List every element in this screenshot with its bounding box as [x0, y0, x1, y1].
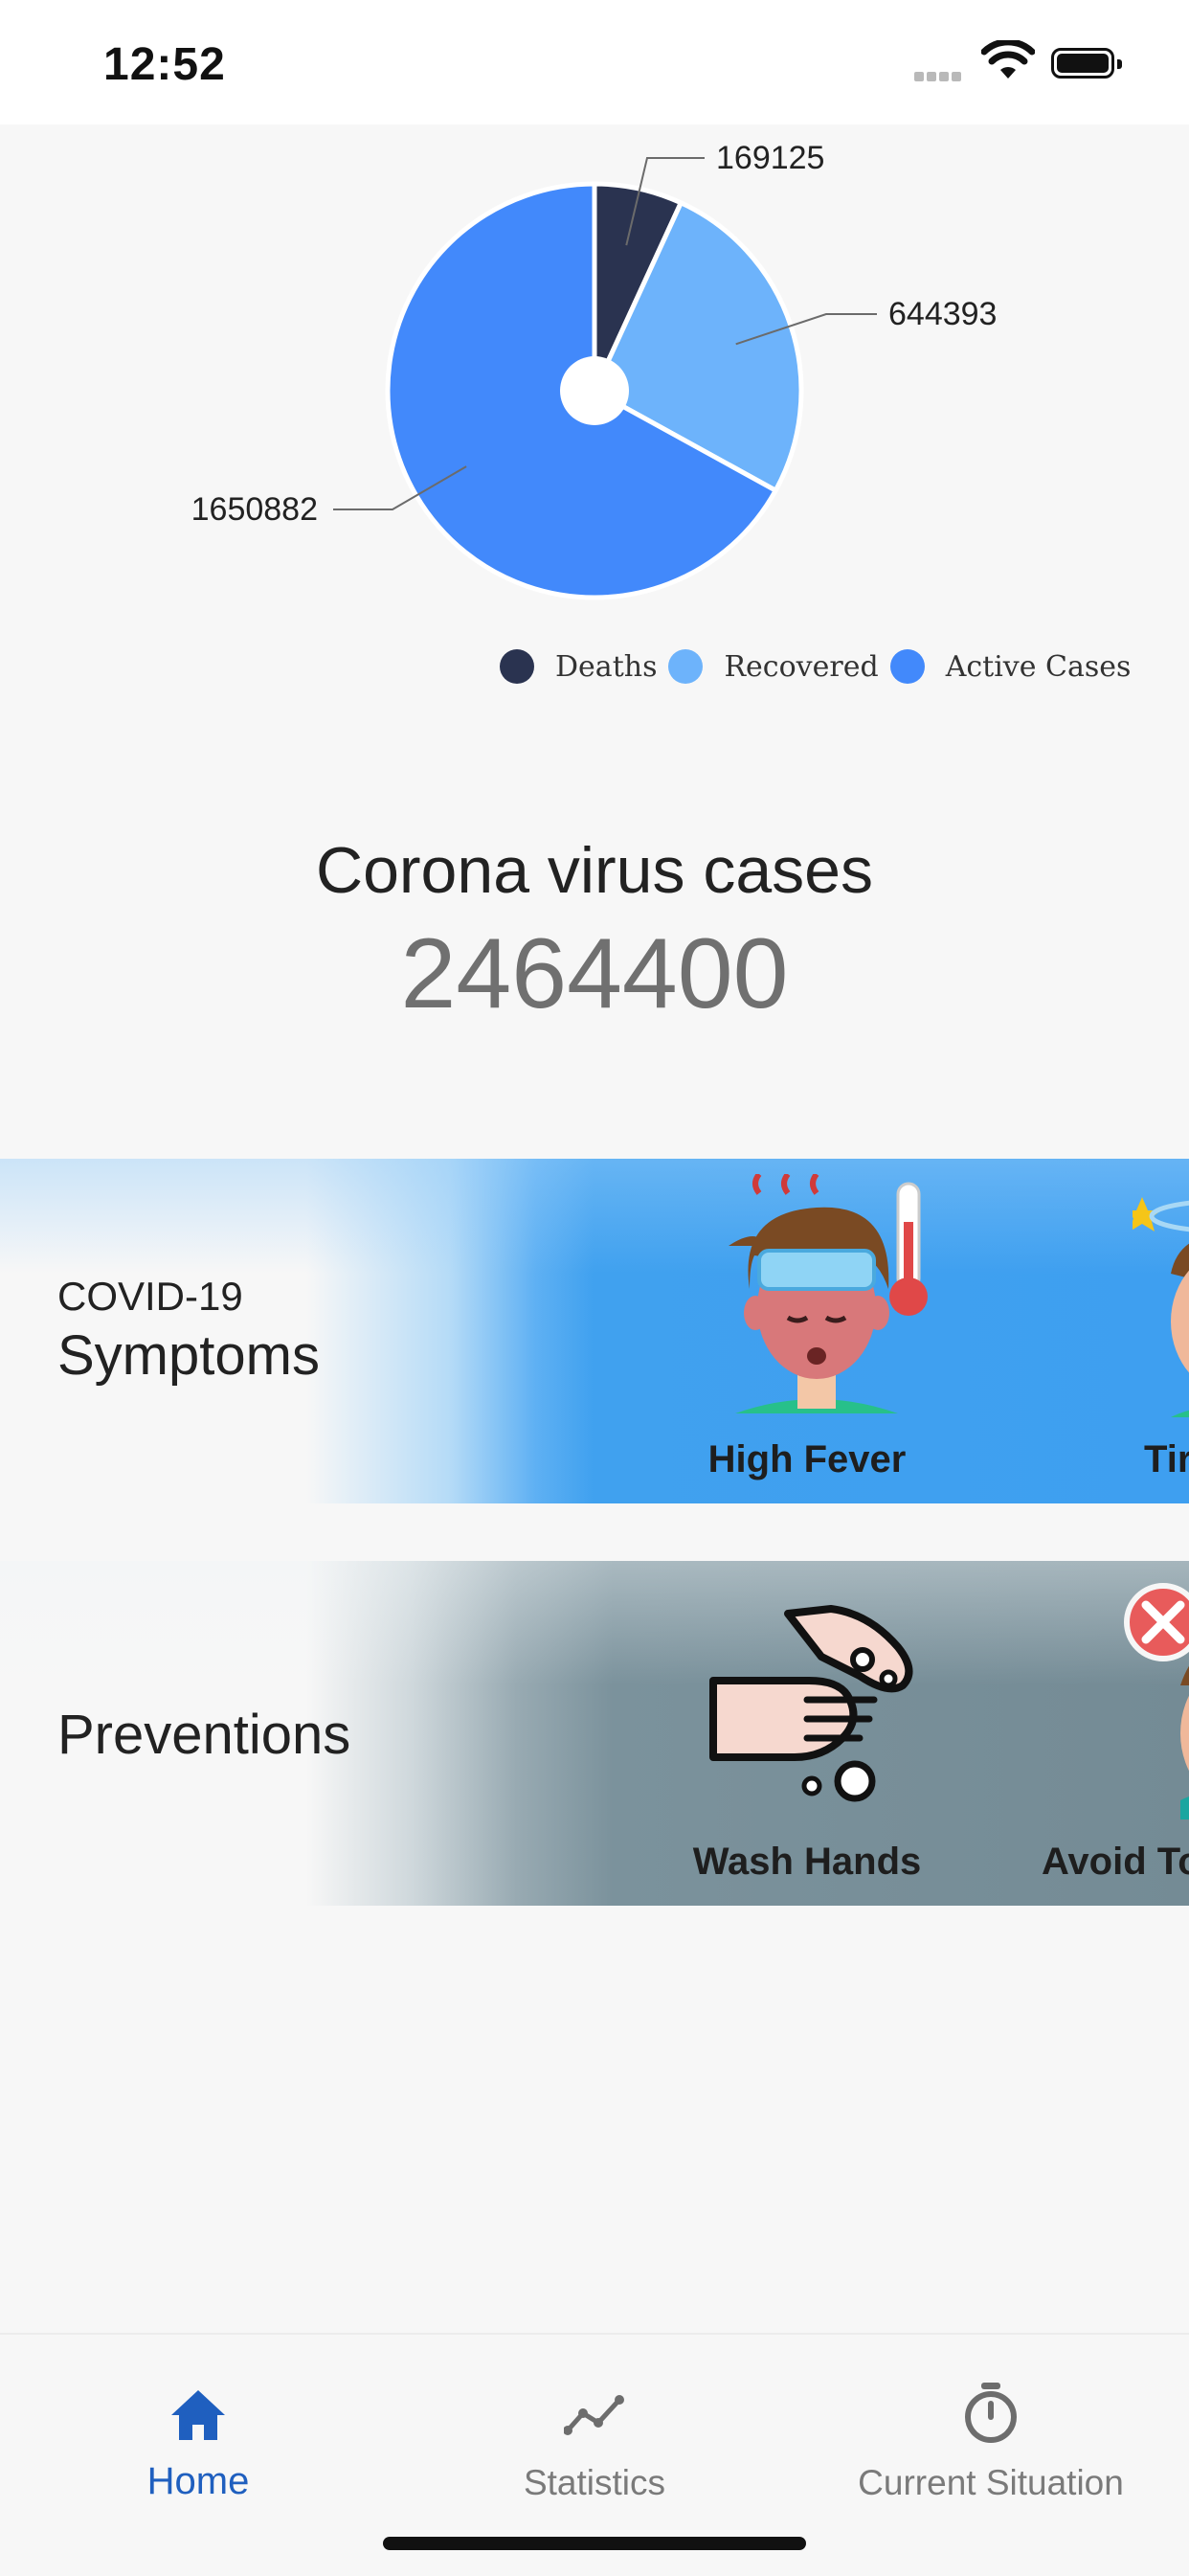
status-bar: 12:52 [0, 0, 1189, 124]
preventions-title: Preventions [57, 1704, 351, 1766]
symptoms-card[interactable]: COVID-19 Symptoms High Fever Tir [0, 1159, 1189, 1503]
preventions-card[interactable]: Preventions Wash Hands Avoid To [0, 1561, 1189, 1906]
donut-hole [560, 356, 629, 425]
tile-label: Wash Hands [692, 1841, 922, 1883]
battery-icon [1051, 48, 1122, 79]
symptoms-subtitle: COVID-19 [57, 1274, 243, 1319]
cases-pie-chart: 169125 644393 1650882 [191, 140, 997, 600]
legend-label: Recovered [724, 649, 879, 684]
legend-item-deaths: Deaths [500, 649, 657, 684]
signal-icon [914, 69, 964, 86]
card-highlight [0, 1159, 1189, 1274]
legend-swatch [889, 649, 925, 684]
nav-label: Home [146, 2460, 250, 2502]
nav-item-statistics[interactable]: Statistics [396, 2358, 793, 2502]
wash-hands-icon [709, 1605, 913, 1802]
tired-person-icon [1133, 1197, 1189, 1417]
chart-legend: Deaths Recovered Active Cases [500, 649, 1142, 684]
prevention-tile-wash-hands[interactable]: Wash Hands [654, 1561, 960, 1906]
data-label: 644393 [888, 296, 997, 332]
legend-item-recovered: Recovered [668, 649, 879, 684]
wifi-icon [981, 40, 1035, 79]
legend-item-active: Active Cases [889, 649, 1132, 684]
home-indicator [383, 2537, 806, 2550]
nav-label: Statistics [523, 2463, 666, 2502]
nav-item-home[interactable]: Home [0, 2358, 396, 2502]
legend-swatch [668, 649, 704, 684]
symptom-tile-tired[interactable]: Tir [1018, 1159, 1189, 1503]
data-label: 169125 [716, 140, 824, 176]
tile-label: Avoid To [1042, 1841, 1189, 1883]
avoid-touch-icon [1124, 1583, 1189, 1819]
home-icon [171, 2390, 225, 2440]
tile-label: Tir [1144, 1438, 1189, 1480]
total-cases-value: 2464400 [400, 918, 789, 1029]
symptoms-title: Symptoms [57, 1324, 320, 1387]
card-highlight [0, 1561, 1189, 1685]
nav-label: Current Situation [858, 2463, 1124, 2502]
statistics-icon [564, 2395, 624, 2435]
prevention-tile-avoid-touch[interactable]: Avoid To [1018, 1561, 1189, 1906]
fever-person-icon [729, 1174, 928, 1413]
status-time: 12:52 [103, 39, 226, 90]
data-label: 1650882 [191, 491, 318, 528]
nav-item-current-situation[interactable]: Current Situation [793, 2358, 1189, 2502]
legend-label: Deaths [555, 649, 658, 684]
tile-label: High Fever [707, 1438, 907, 1480]
legend-label: Active Cases [945, 649, 1132, 684]
legend-swatch [500, 649, 534, 684]
symptom-tile-high-fever[interactable]: High Fever [654, 1159, 960, 1503]
stopwatch-icon [965, 2383, 1017, 2443]
total-cases-title: Corona virus cases [315, 834, 874, 907]
